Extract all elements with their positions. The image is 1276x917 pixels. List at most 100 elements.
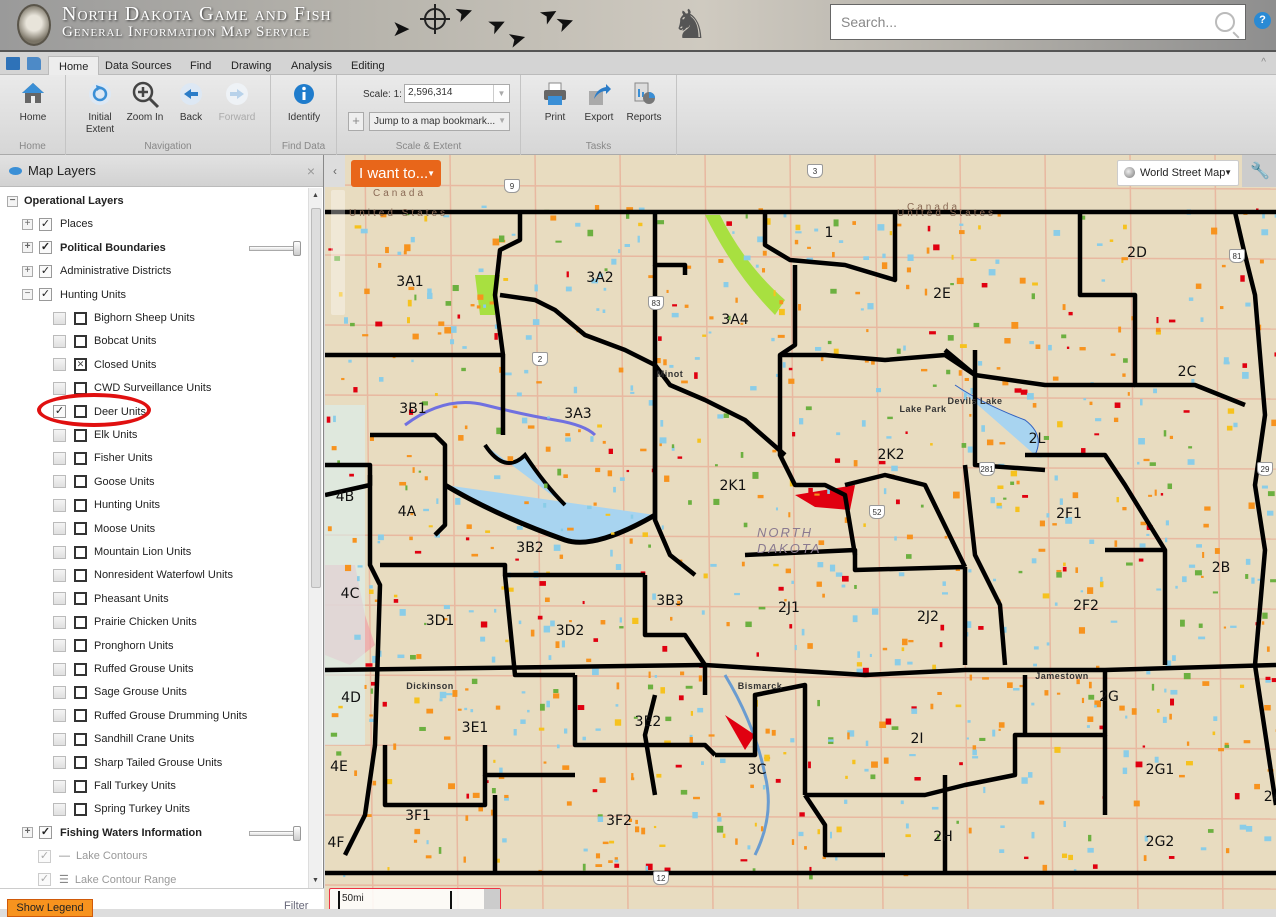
layer-checkbox[interactable] xyxy=(53,429,66,442)
layer-sage-grouse-units[interactable]: Sage Grouse Units xyxy=(53,681,187,703)
slider-handle[interactable] xyxy=(293,241,301,256)
layer-checkbox[interactable]: ✓ xyxy=(38,873,51,886)
collapse-icon[interactable]: − xyxy=(7,196,18,207)
layer-checkbox[interactable] xyxy=(53,382,66,395)
layer-checkbox[interactable] xyxy=(53,686,66,699)
tab-home[interactable]: Home xyxy=(48,56,99,77)
layer-bobcat-units[interactable]: Bobcat Units xyxy=(53,330,156,352)
layer-checkbox[interactable]: ✓ xyxy=(39,288,52,301)
basemap-selector[interactable]: World Street Map ▼ xyxy=(1117,160,1239,186)
layer-checkbox[interactable] xyxy=(53,592,66,605)
layer-political-boundaries[interactable]: +✓Political Boundaries xyxy=(22,237,166,259)
layer-administrative-districts[interactable]: +✓Administrative Districts xyxy=(22,260,171,282)
search-icon[interactable] xyxy=(1215,12,1235,32)
layer-scrollbar[interactable]: ▲ ▼ xyxy=(308,188,322,888)
layer-checkbox[interactable] xyxy=(53,733,66,746)
identify-button[interactable]: Identify xyxy=(283,81,325,124)
layer-goose-units[interactable]: Goose Units xyxy=(53,471,155,493)
zoom-in-button[interactable]: Zoom In xyxy=(124,81,166,124)
layer-ruffed-grouse-units[interactable]: Ruffed Grouse Units xyxy=(53,658,193,680)
layer-checkbox[interactable]: ✓ xyxy=(39,241,52,254)
layer-prairie-chicken-units[interactable]: Prairie Chicken Units xyxy=(53,611,197,633)
show-legend-button[interactable]: Show Legend xyxy=(7,899,93,917)
layer-checkbox[interactable] xyxy=(53,616,66,629)
layer-nonresident-waterfowl-units[interactable]: Nonresident Waterfowl Units xyxy=(53,564,233,586)
layer-checkbox[interactable] xyxy=(53,756,66,769)
layer-checkbox[interactable] xyxy=(53,546,66,559)
open-folder-icon[interactable] xyxy=(27,57,41,70)
layer-spring-turkey-units[interactable]: Spring Turkey Units xyxy=(53,798,190,820)
collapse-ribbon-icon[interactable]: ^ xyxy=(1261,57,1266,68)
opacity-slider[interactable] xyxy=(249,246,299,251)
layer-pheasant-units[interactable]: Pheasant Units xyxy=(53,588,169,610)
zoom-slider[interactable] xyxy=(331,190,345,315)
filter-link[interactable]: Filter xyxy=(284,900,308,912)
tab-find[interactable]: Find xyxy=(180,56,221,77)
layer-places[interactable]: +✓Places xyxy=(22,213,93,235)
layer-sandhill-crane-units[interactable]: Sandhill Crane Units xyxy=(53,728,194,750)
bookmark-select[interactable]: Jump to a map bookmark... ▼ xyxy=(369,112,510,131)
layer-fishing-waters-information[interactable]: +✓Fishing Waters Information xyxy=(22,822,202,844)
layer-mountain-lion-units[interactable]: Mountain Lion Units xyxy=(53,541,191,563)
layer-fall-turkey-units[interactable]: Fall Turkey Units xyxy=(53,775,176,797)
slider-handle[interactable] xyxy=(293,826,301,841)
layer-checkbox[interactable]: ✓ xyxy=(39,826,52,839)
layer-elk-units[interactable]: Elk Units xyxy=(53,424,137,446)
add-bookmark-button[interactable]: + xyxy=(348,112,364,131)
export-button[interactable]: Export xyxy=(581,81,617,124)
scrollbar-thumb[interactable] xyxy=(311,208,321,588)
operational-layers-group[interactable]: −Operational Layers xyxy=(7,190,124,212)
layer-ruffed-grouse-drumming-units[interactable]: Ruffed Grouse Drumming Units xyxy=(53,705,247,727)
layer-moose-units[interactable]: Moose Units xyxy=(53,518,155,540)
opacity-slider[interactable] xyxy=(249,831,299,836)
layer-checkbox[interactable] xyxy=(53,522,66,535)
layer-checkbox[interactable] xyxy=(53,358,66,371)
map-view[interactable]: 12D2E3A13A23A42C3B13A32L2K22K14B4A3B22F1… xyxy=(325,155,1276,909)
layer-checkbox[interactable]: ✓ xyxy=(38,850,51,863)
search-input[interactable]: Search... xyxy=(830,4,1246,40)
layer-checkbox[interactable] xyxy=(53,663,66,676)
layer-closed-units[interactable]: ✕Closed Units xyxy=(53,354,156,376)
layer-lake-contour-range[interactable]: ✓☰Lake Contour Range xyxy=(38,869,176,888)
layer-checkbox[interactable] xyxy=(53,452,66,465)
layer-checkbox[interactable] xyxy=(53,709,66,722)
scale-bar-toggle[interactable] xyxy=(484,889,500,909)
scroll-down-icon[interactable]: ▼ xyxy=(312,877,319,884)
layer-bighorn-sheep-units[interactable]: Bighorn Sheep Units xyxy=(53,307,195,329)
chevron-down-icon[interactable]: ▼ xyxy=(493,85,509,102)
i-want-to-button[interactable]: I want to... ▼ xyxy=(351,160,441,187)
initial-extent-button[interactable]: Initial Extent xyxy=(80,81,120,136)
layer-checkbox[interactable] xyxy=(53,312,66,325)
layer-checkbox[interactable]: ✓ xyxy=(39,265,52,278)
back-button[interactable]: Back xyxy=(171,81,211,124)
save-icon[interactable] xyxy=(6,57,20,70)
help-icon[interactable]: ? xyxy=(1254,12,1271,29)
collapse-icon[interactable]: − xyxy=(22,289,33,300)
layer-checkbox[interactable] xyxy=(53,569,66,582)
layer-checkbox[interactable] xyxy=(53,475,66,488)
layer-checkbox[interactable]: ✓ xyxy=(39,218,52,231)
layer-checkbox[interactable] xyxy=(53,639,66,652)
layer-fisher-units[interactable]: Fisher Units xyxy=(53,447,153,469)
expand-icon[interactable]: + xyxy=(22,219,33,230)
close-icon[interactable]: × xyxy=(307,163,315,179)
forward-button[interactable]: Forward xyxy=(214,81,260,124)
layer-checkbox[interactable] xyxy=(53,780,66,793)
layer-checkbox[interactable] xyxy=(53,803,66,816)
tab-analysis[interactable]: Analysis xyxy=(281,56,342,77)
tab-drawing[interactable]: Drawing xyxy=(221,56,281,77)
print-button[interactable]: Print xyxy=(537,81,573,124)
reports-button[interactable]: Reports xyxy=(623,81,665,124)
layer-checkbox[interactable] xyxy=(53,499,66,512)
layer-hunting-units[interactable]: −✓Hunting Units xyxy=(22,284,126,306)
scroll-up-icon[interactable]: ▲ xyxy=(312,192,319,199)
layer-lake-contours[interactable]: ✓—Lake Contours xyxy=(38,845,148,867)
layer-pronghorn-units[interactable]: Pronghorn Units xyxy=(53,635,174,657)
layer-sharp-tailed-grouse-units[interactable]: Sharp Tailed Grouse Units xyxy=(53,752,222,774)
collapse-panel-button[interactable]: ‹ xyxy=(325,155,345,187)
layer-hunting-units[interactable]: Hunting Units xyxy=(53,494,160,516)
tab-data-sources[interactable]: Data Sources xyxy=(95,56,182,77)
expand-icon[interactable]: + xyxy=(22,827,33,838)
map-tools-button[interactable]: 🔧 xyxy=(1242,155,1276,187)
layer-checkbox[interactable] xyxy=(53,335,66,348)
